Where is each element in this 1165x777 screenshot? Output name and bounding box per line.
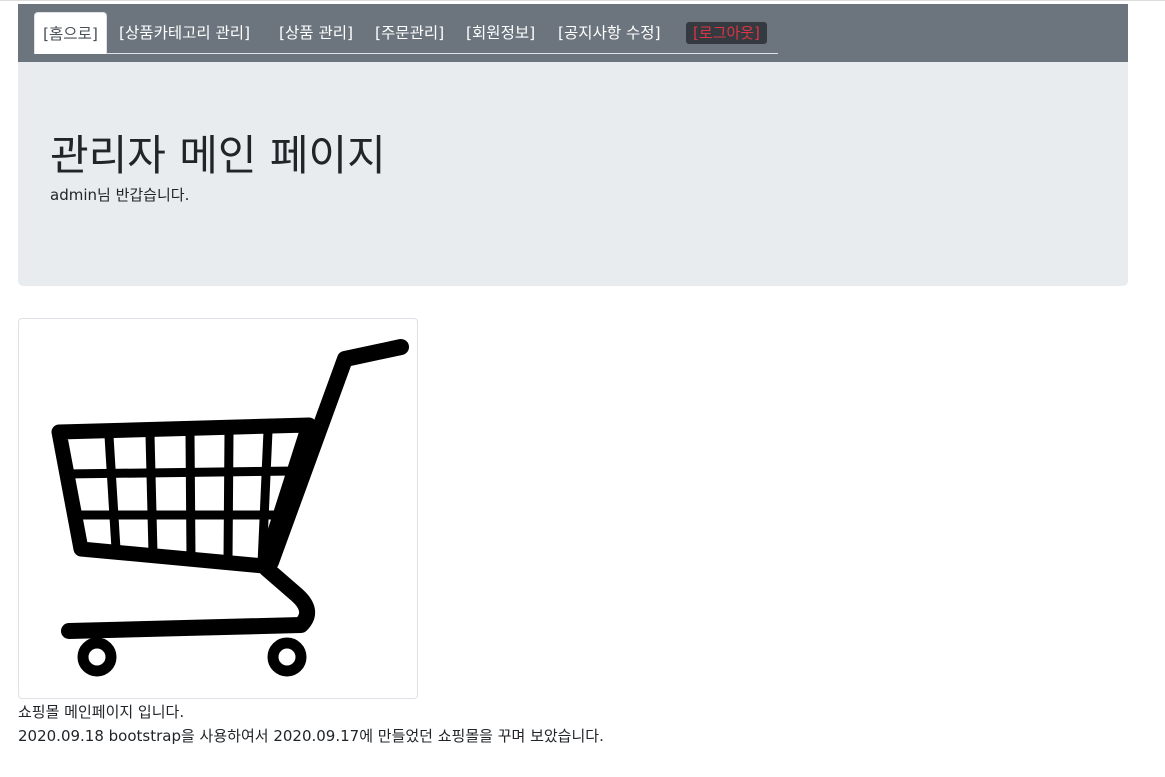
description-line-2: 2020.09.18 bootstrap을 사용하여서 2020.09.17에 … [18, 727, 604, 745]
navbar: [홈으로] [상품카테고리 관리] [상품 관리] [주문관리] [회원정보] … [18, 4, 1128, 62]
main-image [18, 318, 418, 699]
tab-category-management[interactable]: [상품카테고리 관리] [119, 12, 250, 53]
welcome-message: admin님 반갑습니다. [50, 186, 190, 204]
logout-button[interactable]: [로그아웃] [686, 22, 767, 44]
shopping-cart-icon [51, 339, 409, 677]
tab-home[interactable]: [홈으로] [34, 12, 107, 54]
nav-tabs: [홈으로] [상품카테고리 관리] [상품 관리] [주문관리] [회원정보] … [34, 12, 778, 54]
page-title: 관리자 메인 페이지 [50, 131, 386, 180]
tab-member-info[interactable]: [회원정보] [466, 12, 535, 53]
tab-order-management[interactable]: [주문관리] [375, 12, 444, 53]
jumbotron: 관리자 메인 페이지 admin님 반갑습니다. [18, 62, 1128, 286]
tab-notice-edit[interactable]: [공지사항 수정] [558, 12, 661, 53]
tab-product-management[interactable]: [상품 관리] [279, 12, 353, 53]
description-line-1: 쇼핑몰 메인페이지 입니다. [18, 703, 185, 721]
